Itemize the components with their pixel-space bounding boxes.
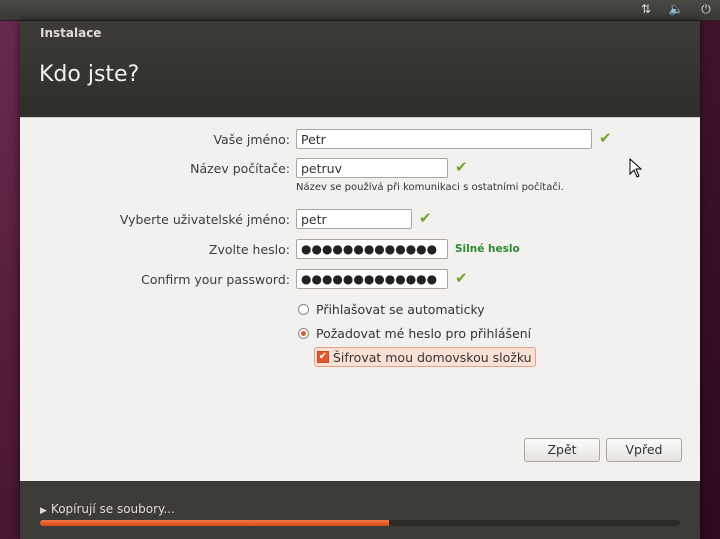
- user-form: Vaše jméno: Petr ✔ Název počítače: petru…: [20, 117, 700, 482]
- page-title: Kdo jste?: [39, 62, 140, 87]
- encrypt-home-checkbox[interactable]: ✔: [317, 351, 329, 363]
- speaker-icon[interactable]: 🔈: [668, 2, 684, 17]
- progress-area: ▶ Kopírují se soubory...: [20, 481, 700, 539]
- progress-fill: [40, 520, 389, 526]
- confirm-label: Confirm your password:: [141, 272, 290, 287]
- password-input[interactable]: ●●●●●●●●●●●●●: [296, 239, 448, 259]
- progress-bar: [40, 520, 680, 526]
- computer-hint: Název se používá při komunikaci s ostatn…: [296, 182, 564, 193]
- expander-triangle-icon: ▶: [40, 506, 47, 516]
- confirm-password-input[interactable]: ●●●●●●●●●●●●●: [296, 269, 448, 289]
- checkmark-icon: ✔: [419, 209, 432, 227]
- login-auto-option[interactable]: Přihlašovat se automaticky: [298, 300, 485, 318]
- username-row: Vyberte uživatelské jméno:: [20, 208, 290, 232]
- password-strength: Silné heslo: [455, 243, 520, 255]
- back-button[interactable]: Zpět: [524, 438, 600, 462]
- confirm-row: Confirm your password:: [20, 268, 290, 292]
- progress-toggle[interactable]: ▶ Kopírují se soubory...: [40, 502, 175, 516]
- checkmark-icon: ✔: [455, 158, 468, 176]
- login-password-radio[interactable]: [298, 327, 309, 339]
- encrypt-home-option[interactable]: ✔ Šifrovat mou domovskou složku: [314, 347, 536, 367]
- name-label: Vaše jméno:: [213, 132, 290, 147]
- login-password-label: Požadovat mé heslo pro přihlášení: [316, 325, 532, 341]
- name-input[interactable]: Petr: [296, 129, 592, 149]
- window-title: Instalace: [40, 26, 102, 40]
- mouse-cursor-icon: [629, 158, 643, 178]
- checkmark-icon: ✔: [455, 269, 468, 287]
- encrypt-home-label: Šifrovat mou domovskou složku: [333, 349, 532, 365]
- top-panel: ⇅ 🔈 ⏻: [0, 0, 720, 21]
- checkmark-icon: ✔: [599, 129, 612, 147]
- computer-row: Název počítače:: [20, 157, 290, 181]
- forward-button[interactable]: Vpřed: [606, 438, 682, 462]
- name-row: Vaše jméno:: [20, 128, 290, 152]
- system-tray: ⇅ 🔈 ⏻: [638, 2, 714, 17]
- username-input[interactable]: petr: [296, 209, 412, 229]
- progress-label: Kopírují se soubory...: [50, 502, 175, 516]
- installer-window: Instalace Kdo jste? Vaše jméno: Petr ✔ N…: [20, 21, 700, 539]
- username-label: Vyberte uživatelské jméno:: [119, 212, 290, 227]
- network-updown-icon[interactable]: ⇅: [638, 2, 654, 17]
- login-password-option[interactable]: Požadovat mé heslo pro přihlášení: [298, 324, 531, 342]
- power-icon[interactable]: ⏻: [698, 2, 714, 17]
- computer-label: Název počítače:: [190, 161, 290, 176]
- window-header: Instalace Kdo jste?: [20, 21, 700, 117]
- login-auto-radio[interactable]: [298, 303, 309, 315]
- password-label: Zvolte heslo:: [208, 242, 290, 257]
- login-auto-label: Přihlašovat se automaticky: [316, 301, 485, 317]
- password-row: Zvolte heslo:: [20, 238, 290, 262]
- computer-name-input[interactable]: petruv: [296, 158, 448, 178]
